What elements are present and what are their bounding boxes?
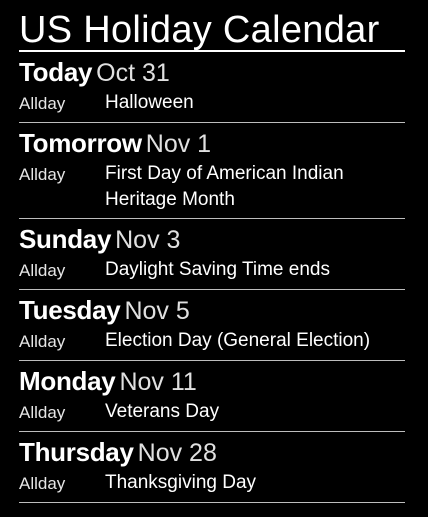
day-header: Sunday Nov 3: [19, 219, 405, 257]
day-date: Nov 11: [119, 368, 197, 396]
event-title: Election Day (General Election): [105, 330, 371, 351]
day-header: Tuesday Nov 5: [19, 290, 405, 328]
day-section: Thursday Nov 28 Allday Thanksgiving Day: [19, 432, 405, 503]
event-row[interactable]: Allday First Day of American Indian Heri…: [19, 161, 405, 213]
day-name: Tomorrow: [19, 128, 142, 158]
event-title: First Day of American Indian Heritage Mo…: [105, 163, 344, 210]
event-title: Veterans Day: [105, 401, 220, 422]
event-row[interactable]: Allday Election Day (General Election): [19, 328, 405, 355]
day-name: Thursday: [19, 437, 134, 467]
event-row[interactable]: Allday Daylight Saving Time ends: [19, 257, 405, 284]
day-section: Tomorrow Nov 1 Allday First Day of Americ…: [19, 123, 405, 219]
day-date: Nov 28: [137, 439, 217, 467]
day-date: Oct 31: [96, 59, 170, 87]
event-row[interactable]: Allday Halloween: [19, 90, 405, 117]
day-date: Nov 1: [145, 130, 212, 158]
calendar-title: US Holiday Calendar: [19, 0, 405, 52]
event-time: Allday: [19, 332, 66, 351]
day-section: Today Oct 31 Allday Halloween: [19, 52, 405, 123]
day-name: Today: [19, 57, 93, 87]
event-time: Allday: [19, 165, 66, 184]
day-header: Today Oct 31: [19, 52, 405, 90]
day-section: Monday Nov 11 Allday Veterans Day: [19, 361, 405, 432]
day-name: Sunday: [19, 224, 112, 254]
calendar-widget: US Holiday Calendar Today Oct 31 Allday H…: [19, 0, 405, 503]
day-section: Tuesday Nov 5 Allday Election Day (Genera…: [19, 290, 405, 361]
event-row[interactable]: Allday Veterans Day: [19, 399, 405, 426]
event-row[interactable]: Allday Thanksgiving Day: [19, 470, 405, 497]
day-date: Nov 3: [115, 226, 181, 254]
event-time: Allday: [19, 94, 66, 113]
day-section: Sunday Nov 3 Allday Daylight Saving Time …: [19, 219, 405, 290]
day-header: Monday Nov 11: [19, 361, 405, 399]
event-title: Halloween: [105, 92, 194, 113]
day-name: Monday: [19, 366, 116, 396]
event-time: Allday: [19, 261, 66, 280]
event-title: Thanksgiving Day: [105, 472, 257, 493]
day-name: Tuesday: [19, 295, 121, 325]
day-header: Thursday Nov 28: [19, 432, 405, 470]
day-date: Nov 5: [124, 297, 190, 325]
day-header: Tomorrow Nov 1: [19, 123, 405, 161]
event-title: Daylight Saving Time ends: [105, 259, 330, 280]
event-time: Allday: [19, 474, 66, 493]
event-time: Allday: [19, 403, 66, 422]
